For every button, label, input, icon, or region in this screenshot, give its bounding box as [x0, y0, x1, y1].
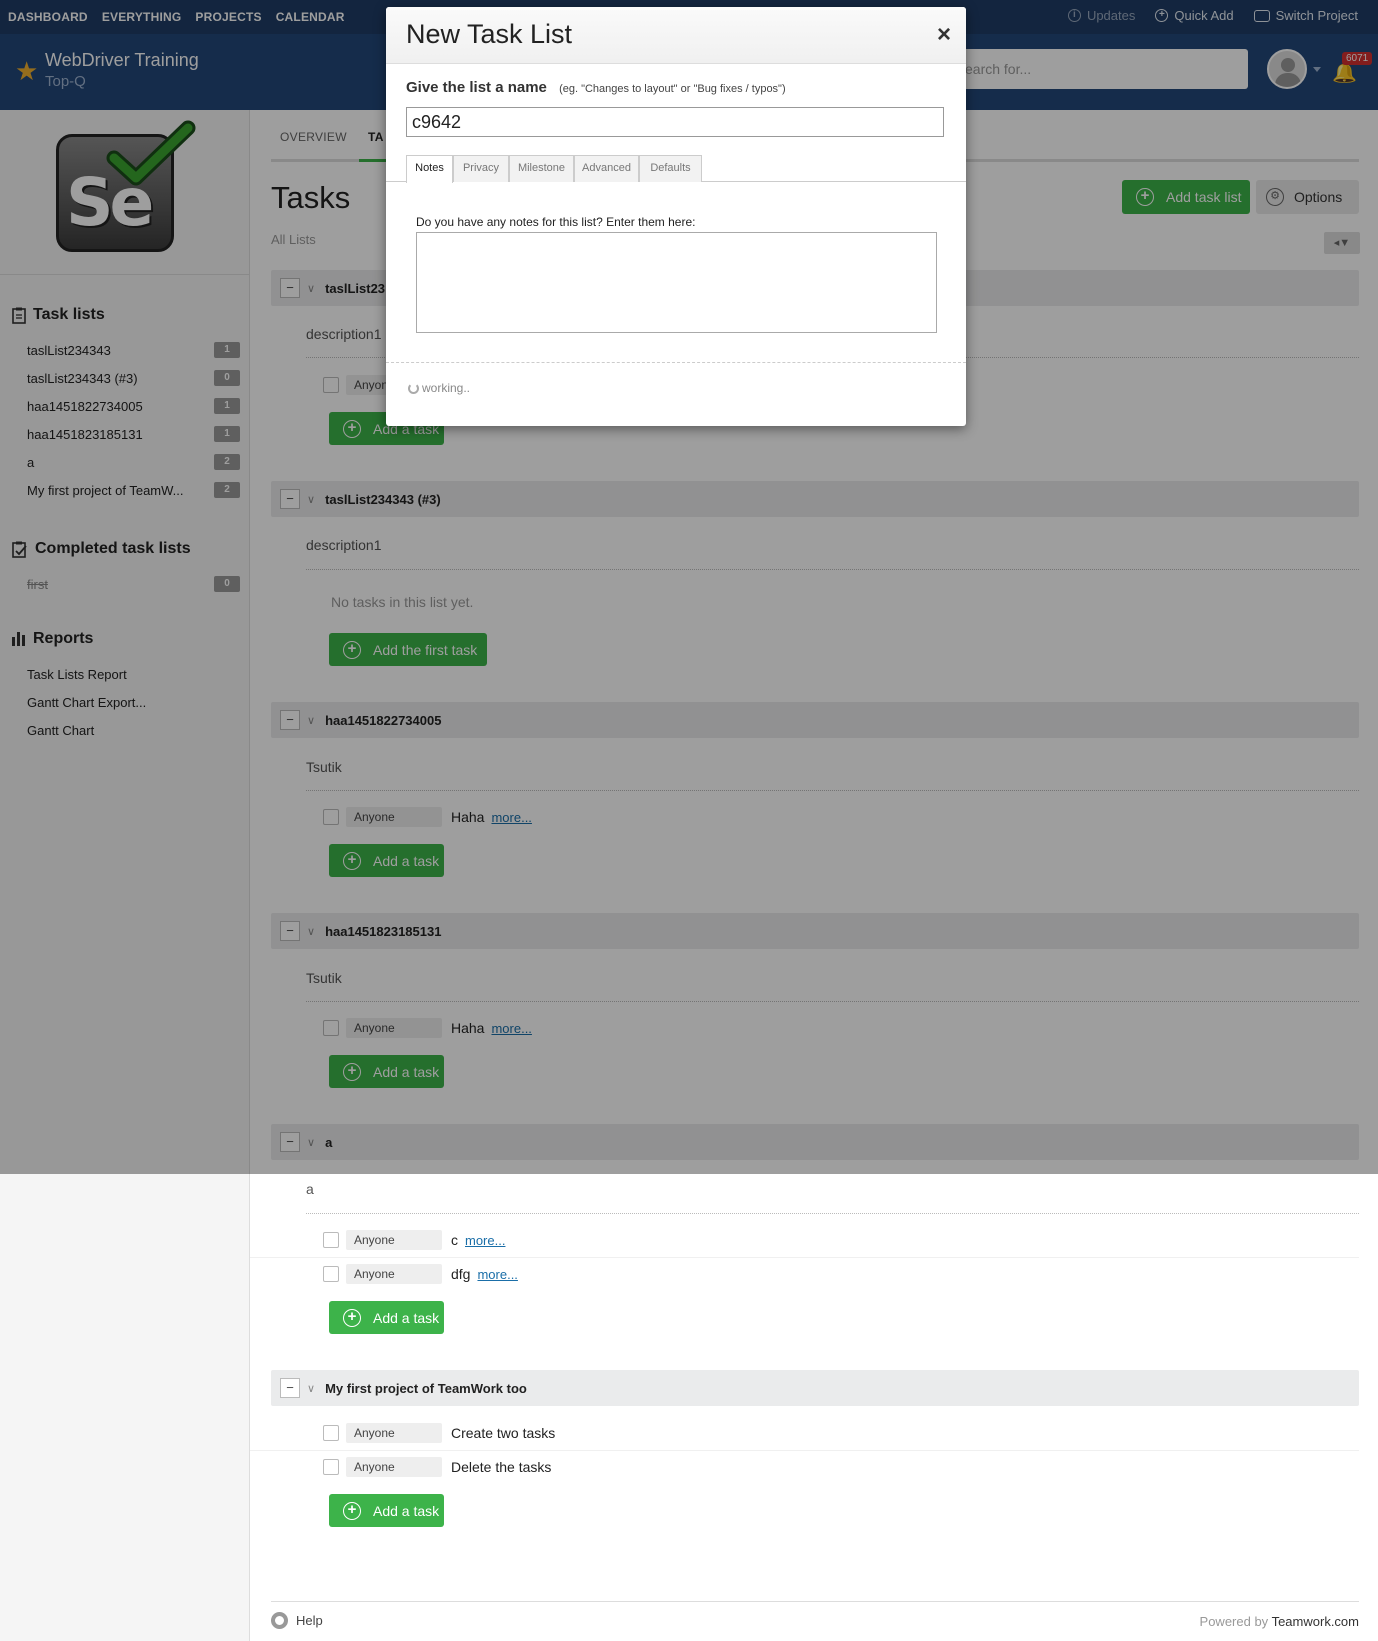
- task-checkbox[interactable]: [323, 1232, 339, 1248]
- footer-divider: [271, 1601, 1359, 1602]
- help-label: Help: [296, 1613, 323, 1628]
- task-checkbox[interactable]: [323, 1425, 339, 1441]
- chevron-down-icon[interactable]: ∨: [307, 1382, 315, 1395]
- dialog-divider: [386, 362, 966, 363]
- teamwork-link[interactable]: Teamwork.com: [1272, 1614, 1359, 1629]
- tab-milestone[interactable]: Milestone: [509, 155, 574, 182]
- tab-notes[interactable]: Notes: [406, 155, 453, 183]
- task-name[interactable]: Delete the tasks: [451, 1459, 551, 1475]
- help-link[interactable]: Help: [271, 1612, 323, 1629]
- task-more-link[interactable]: more...: [465, 1233, 505, 1248]
- task-checkbox[interactable]: [323, 1459, 339, 1475]
- close-icon[interactable]: ×: [937, 21, 951, 49]
- task-assignee[interactable]: Anyone: [346, 1423, 442, 1443]
- new-task-list-dialog: New Task List × Give the list a name (eg…: [386, 7, 966, 426]
- task-assignee[interactable]: Anyone: [346, 1457, 442, 1477]
- dialog-tabs: Notes Privacy Milestone Advanced Default…: [386, 155, 966, 183]
- collapse-icon[interactable]: −: [280, 1378, 300, 1398]
- add-task-button[interactable]: + Add a task: [329, 1494, 444, 1527]
- spinner-icon: [408, 382, 419, 394]
- task-row: Anyone Delete the tasks: [250, 1450, 1359, 1484]
- working-label: working..: [422, 381, 471, 395]
- tasklist-title[interactable]: My first project of TeamWork too: [325, 1381, 527, 1396]
- tab-defaults[interactable]: Defaults: [639, 155, 702, 182]
- dialog-header: New Task List ×: [386, 7, 966, 64]
- add-task-button[interactable]: + Add a task: [329, 1301, 444, 1334]
- task-row: Anyone dfg more...: [250, 1257, 1359, 1291]
- task-assignee[interactable]: Anyone: [346, 1230, 442, 1250]
- plus-circle-icon: +: [343, 1308, 361, 1327]
- working-status: working..: [408, 381, 470, 395]
- list-name-hint: (eg. "Changes to layout" or "Bug fixes /…: [559, 83, 786, 95]
- add-task-label: Add a task: [373, 1309, 440, 1326]
- tab-advanced[interactable]: Advanced: [574, 155, 639, 182]
- task-checkbox[interactable]: [323, 1266, 339, 1282]
- add-task-label: Add a task: [373, 1502, 440, 1519]
- dialog-title: New Task List: [406, 19, 573, 49]
- task-assignee[interactable]: Anyone: [346, 1264, 442, 1284]
- tasklist-description: a: [306, 1181, 314, 1197]
- task-row: Anyone Create two tasks: [250, 1416, 1359, 1450]
- task-name[interactable]: c: [451, 1232, 458, 1248]
- powered-prefix: Powered by: [1199, 1614, 1269, 1629]
- tab-privacy[interactable]: Privacy: [453, 155, 509, 182]
- task-row: Anyone c more...: [250, 1223, 1359, 1257]
- list-name-label-text: Give the list a name: [406, 79, 547, 96]
- list-name-input[interactable]: [406, 107, 944, 137]
- task-more-link[interactable]: more...: [477, 1267, 517, 1282]
- task-name[interactable]: Create two tasks: [451, 1425, 555, 1441]
- divider: [306, 1213, 1359, 1214]
- tasklist-header[interactable]: − ∨ My first project of TeamWork too: [271, 1370, 1359, 1406]
- task-name[interactable]: dfg: [451, 1266, 470, 1282]
- list-name-label: Give the list a name (eg. "Changes to la…: [406, 79, 786, 96]
- notes-textarea[interactable]: [416, 232, 937, 333]
- plus-circle-icon: +: [343, 1501, 361, 1520]
- lifebuoy-icon: [271, 1612, 288, 1629]
- notes-label: Do you have any notes for this list? Ent…: [416, 215, 696, 229]
- powered-by: Powered by Teamwork.com: [1200, 1614, 1359, 1629]
